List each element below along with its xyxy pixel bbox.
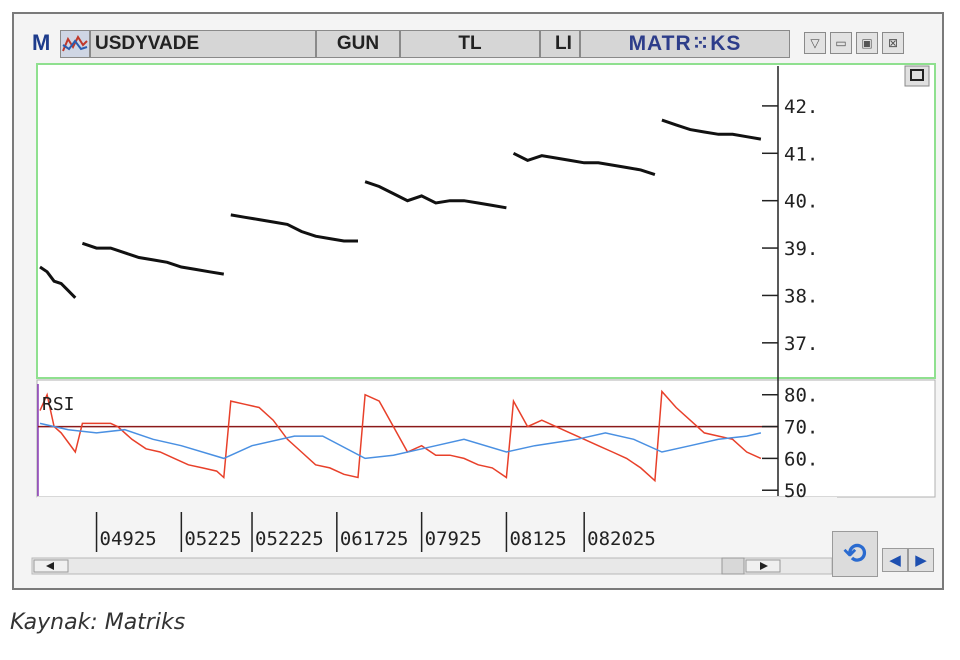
x-tick-label: 05225 <box>184 528 241 550</box>
refresh-icon: ⟲ <box>843 537 867 570</box>
x-tick-label: 082025 <box>587 528 656 550</box>
chart-area: 42. 41. 40. 39. 38. 37. 80. 70. 60. 50 RSI 04925… <box>31 63 936 575</box>
price-tick-label: 39. <box>784 238 818 260</box>
scroll-thumb[interactable] <box>721 557 745 575</box>
price-tick-label: 38. <box>784 285 818 307</box>
scroll-back-button[interactable]: ◀ <box>882 548 908 572</box>
source-caption: Kaynak: Matriks <box>10 610 186 635</box>
horizontal-scrollbar[interactable] <box>31 557 833 575</box>
price-tick-label: 41. <box>784 143 818 165</box>
x-tick-label: 08125 <box>509 528 566 550</box>
rsi-tick-label: 80. <box>784 385 818 407</box>
x-tick-label: 04925 <box>100 528 157 550</box>
rsi-tick-label: 60. <box>784 448 818 470</box>
rsi-tick-label: 70. <box>784 417 818 439</box>
scroll-forward-button[interactable]: ▶ <box>908 548 934 572</box>
rsi-tick-label: 50 <box>784 480 807 502</box>
x-tick-label: 07925 <box>425 528 482 550</box>
price-tick-label: 40. <box>784 191 818 213</box>
refresh-button[interactable]: ⟲ <box>832 531 878 577</box>
price-tick-label: 37. <box>784 333 818 355</box>
rsi-label: RSI <box>42 394 75 415</box>
price-tick-label: 42. <box>784 96 818 118</box>
x-tick-label: 061725 <box>340 528 409 550</box>
x-tick-label: 052225 <box>255 528 324 550</box>
